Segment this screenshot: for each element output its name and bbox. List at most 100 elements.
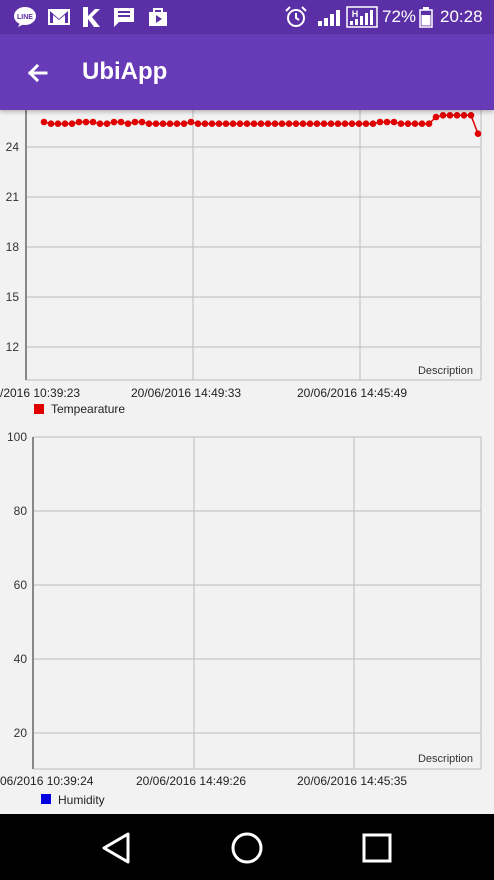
hum-x-tick: 06/2016 10:39:24 (0, 774, 94, 788)
temperature-data-point (131, 118, 139, 126)
temperature-data-point (236, 120, 244, 127)
hum-y-tick: 40 (14, 652, 28, 666)
temperature-data-point (222, 120, 230, 127)
back-triangle-icon[interactable] (94, 826, 138, 870)
hum-description: Description (418, 753, 473, 765)
temperature-data-point (61, 120, 69, 127)
temperature-data-point (201, 120, 209, 127)
temperature-data-point (362, 120, 370, 127)
humidity-chart-svg: 100 80 60 40 20 Description 06/2016 10:3… (0, 430, 482, 807)
navigation-bar (0, 814, 494, 880)
humidity-legend-label: Humidity (58, 793, 105, 807)
temperature-data-point (390, 118, 398, 126)
temperature-data-point (75, 118, 83, 126)
temperature-data-point (460, 112, 468, 119)
temperature-data-point (138, 118, 146, 126)
temperature-data-point (299, 120, 307, 127)
temp-y-tick: 15 (6, 290, 20, 304)
temperature-data-point (96, 120, 104, 127)
temperature-data-point (306, 120, 314, 127)
temperature-data-point (110, 118, 118, 126)
temperature-data-point (446, 112, 454, 119)
temperature-data-point (439, 112, 447, 119)
humidity-grid (33, 436, 482, 770)
app-title: UbiApp (82, 58, 168, 85)
temperature-data-point (264, 120, 272, 127)
temperature-data-point (159, 120, 167, 127)
temperature-grid (26, 110, 482, 381)
temperature-data-point (397, 120, 405, 127)
battery-percent: 72% (382, 7, 417, 26)
temperature-data-point (453, 112, 461, 119)
temperature-chart: 24 21 18 15 12 Description /2016 10:39:2… (0, 110, 494, 422)
battery-icon (419, 7, 433, 28)
temp-x-tick: /2016 10:39:23 (0, 386, 80, 400)
recents-square-icon[interactable] (355, 826, 399, 870)
temperature-data-point (327, 120, 335, 127)
gmail-icon (48, 9, 70, 25)
temp-x-tick: 20/06/2016 14:45:49 (297, 386, 407, 400)
temperature-data-point (68, 120, 76, 127)
temperature-data-point (369, 120, 377, 127)
temperature-series-points (40, 112, 482, 137)
temperature-data-point (250, 120, 258, 127)
temperature-data-point (348, 120, 356, 127)
temperature-data-point (257, 120, 265, 127)
temperature-data-point (103, 120, 111, 127)
temperature-data-point (124, 120, 132, 127)
temperature-data-point (341, 120, 349, 127)
temperature-data-point (229, 120, 237, 127)
hum-x-tick: 20/06/2016 14:49:26 (136, 774, 246, 788)
temperature-data-point (418, 120, 426, 127)
app-bar: UbiApp (0, 34, 494, 110)
temperature-data-point (404, 120, 412, 127)
temperature-chart-svg: 24 21 18 15 12 Description /2016 10:39:2… (0, 110, 482, 416)
temp-y-tick: 24 (6, 140, 20, 154)
temperature-data-point (467, 112, 475, 119)
temperature-data-point (243, 120, 251, 127)
signal-h-icon: H (346, 6, 378, 28)
temperature-data-point (292, 120, 300, 127)
temperature-data-point (187, 118, 195, 126)
temperature-data-point (166, 120, 174, 127)
play-store-icon (149, 8, 167, 26)
temperature-data-point (313, 120, 321, 127)
temperature-data-point (117, 118, 125, 126)
humidity-legend-swatch (41, 794, 51, 804)
temperature-data-point (208, 120, 216, 127)
temperature-data-point (180, 120, 188, 127)
temperature-data-point (194, 120, 202, 127)
temperature-data-point (145, 120, 153, 127)
signal-icon (318, 10, 340, 26)
temperature-data-point (82, 118, 90, 126)
hum-y-tick: 100 (7, 430, 27, 444)
status-bar: LINE H 72% 20:28 (0, 0, 494, 34)
temperature-data-point (54, 120, 62, 127)
temp-y-tick: 18 (6, 240, 20, 254)
temperature-legend-label: Tempearature (51, 402, 125, 416)
temperature-data-point (432, 113, 440, 121)
temperature-data-point (376, 118, 384, 126)
hum-y-tick: 60 (14, 578, 28, 592)
message-icon (114, 8, 134, 27)
temperature-data-point (278, 120, 286, 127)
temperature-data-point (334, 120, 342, 127)
hum-y-tick: 80 (14, 504, 28, 518)
temperature-data-point (474, 130, 482, 137)
temperature-data-point (271, 120, 279, 127)
temperature-legend-swatch (34, 404, 44, 414)
k-app-icon (83, 7, 100, 27)
temperature-data-point (355, 120, 363, 127)
humidity-chart: 100 80 60 40 20 Description 06/2016 10:3… (0, 422, 494, 814)
alarm-icon (285, 6, 307, 27)
temp-y-tick: 21 (6, 190, 20, 204)
hum-y-tick: 20 (14, 726, 28, 740)
home-circle-icon[interactable] (225, 826, 269, 870)
temperature-data-point (47, 120, 55, 127)
arrow-left-icon[interactable] (16, 54, 56, 94)
status-time: 20:28 (440, 7, 483, 26)
temperature-data-point (320, 120, 328, 127)
temperature-data-point (285, 120, 293, 127)
temp-x-tick: 20/06/2016 14:49:33 (131, 386, 241, 400)
svg-text:LINE: LINE (17, 14, 33, 21)
